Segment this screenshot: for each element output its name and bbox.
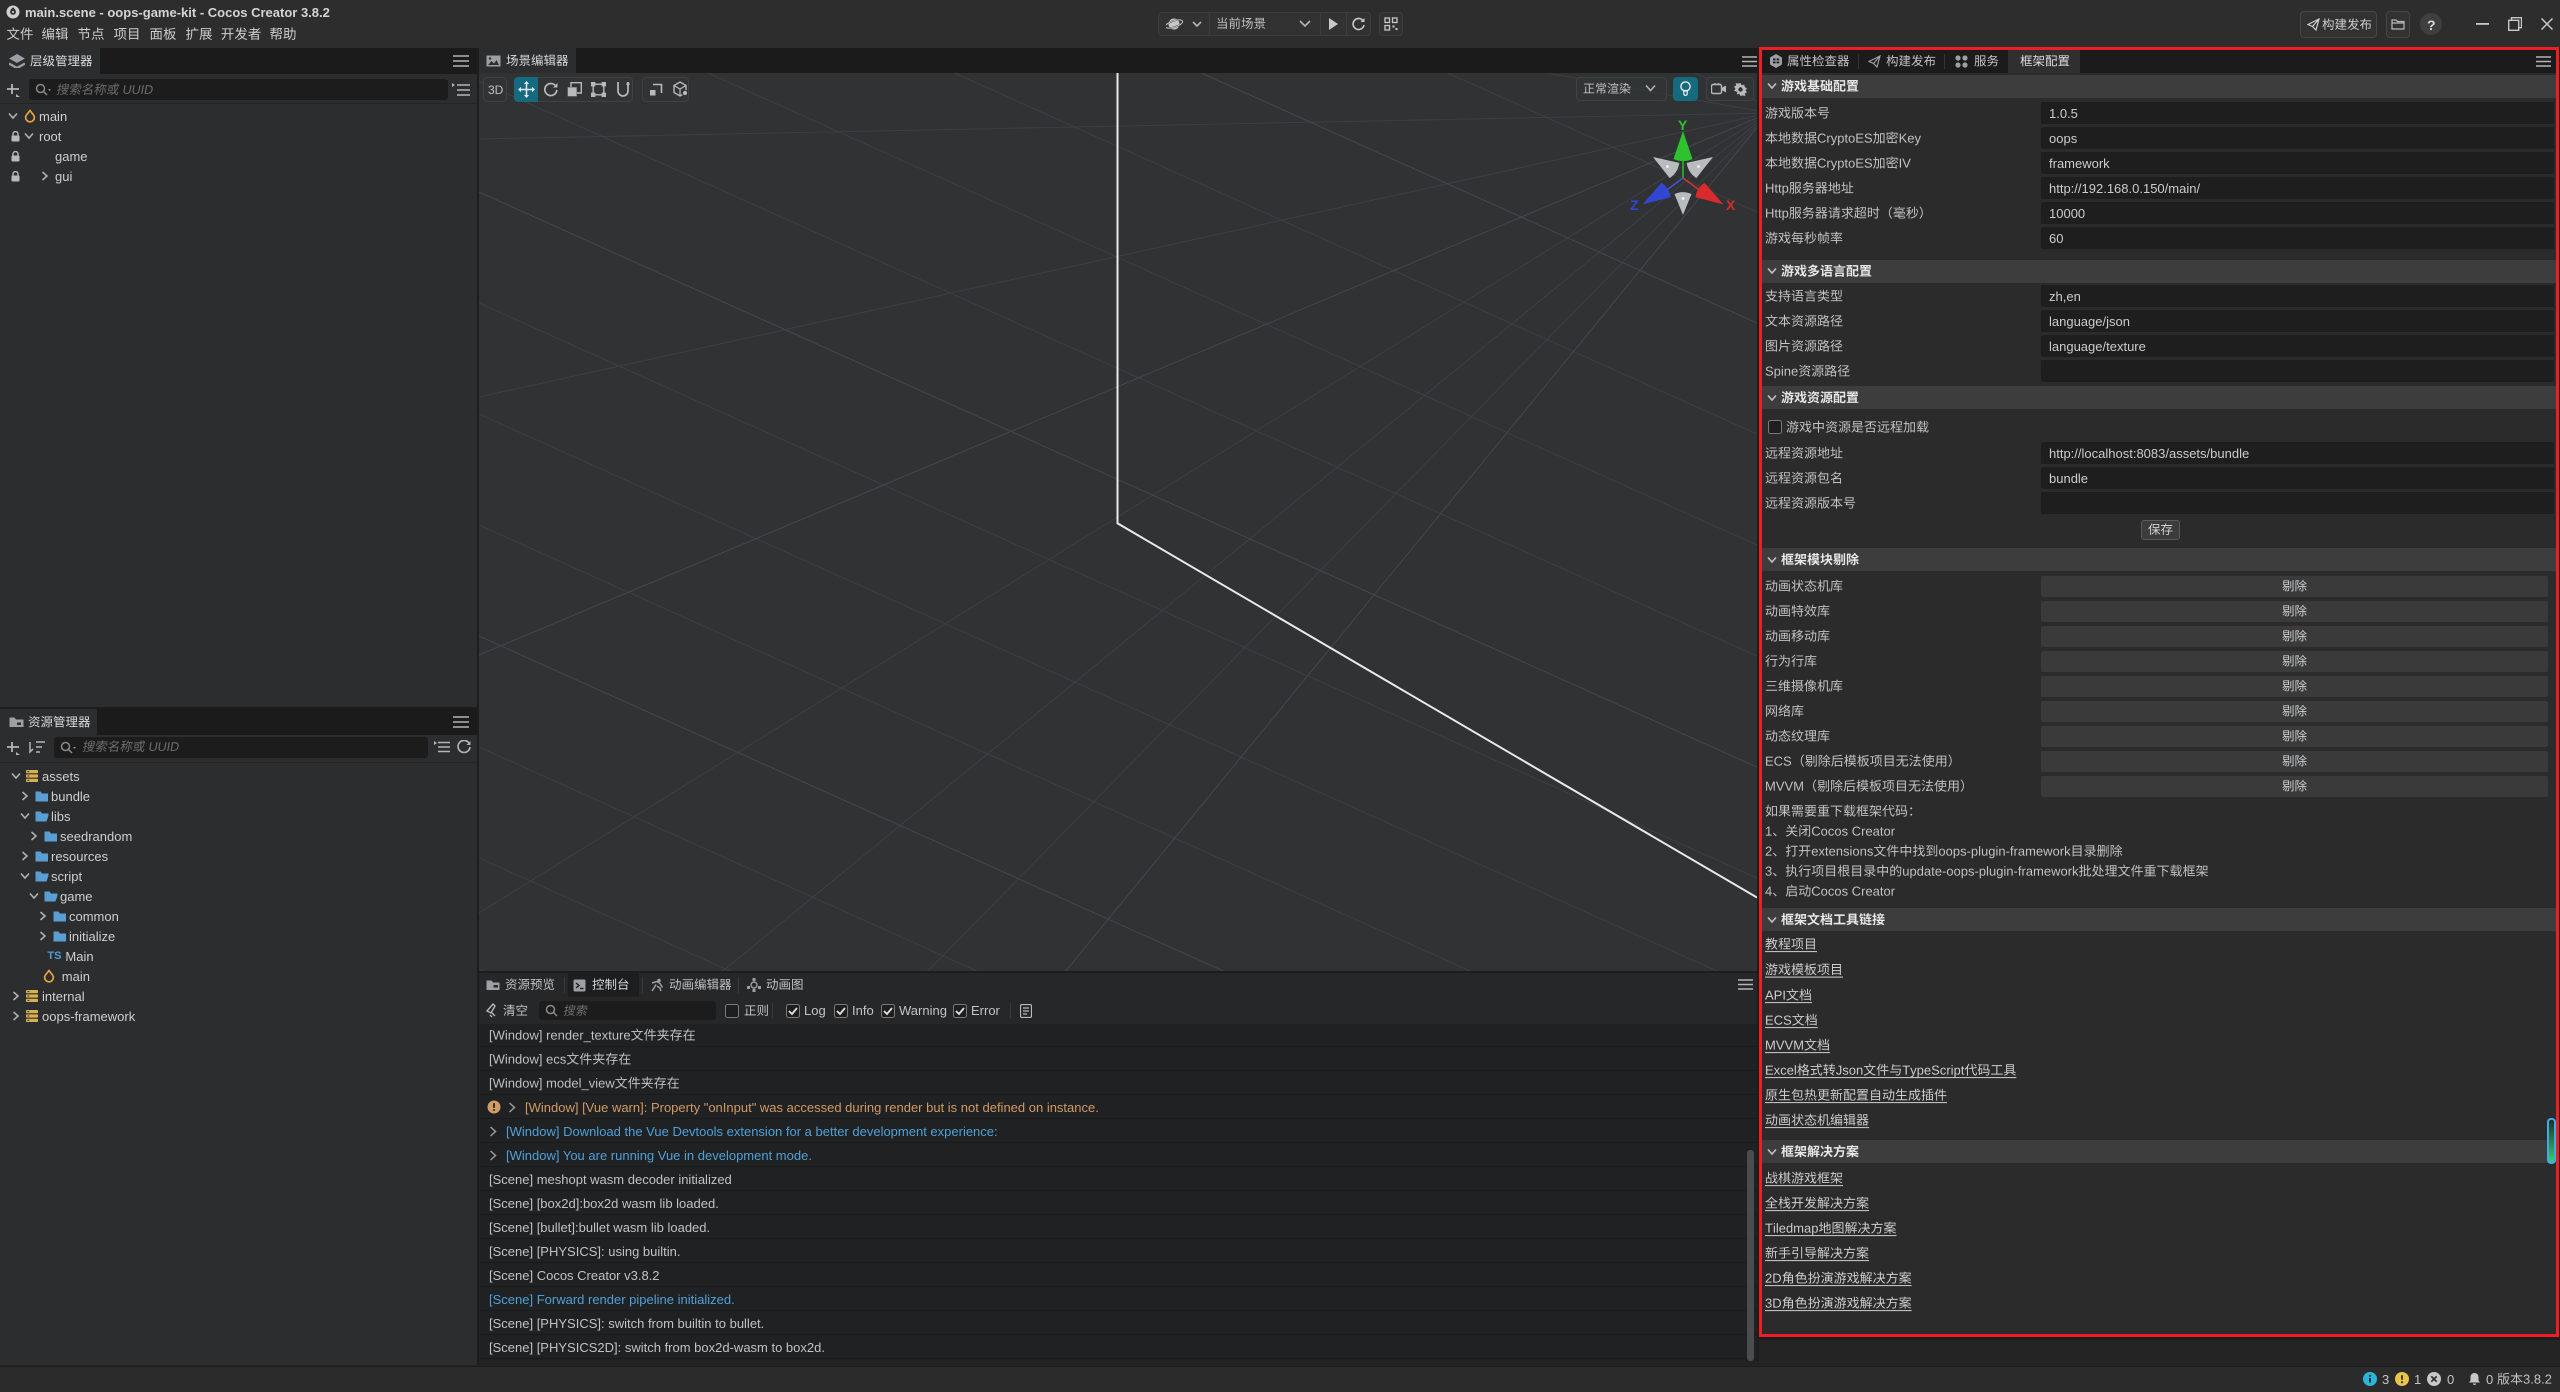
svg-text:X: X xyxy=(1726,197,1736,213)
svg-text:Y: Y xyxy=(1678,118,1688,133)
svg-text:Z: Z xyxy=(1630,197,1639,213)
